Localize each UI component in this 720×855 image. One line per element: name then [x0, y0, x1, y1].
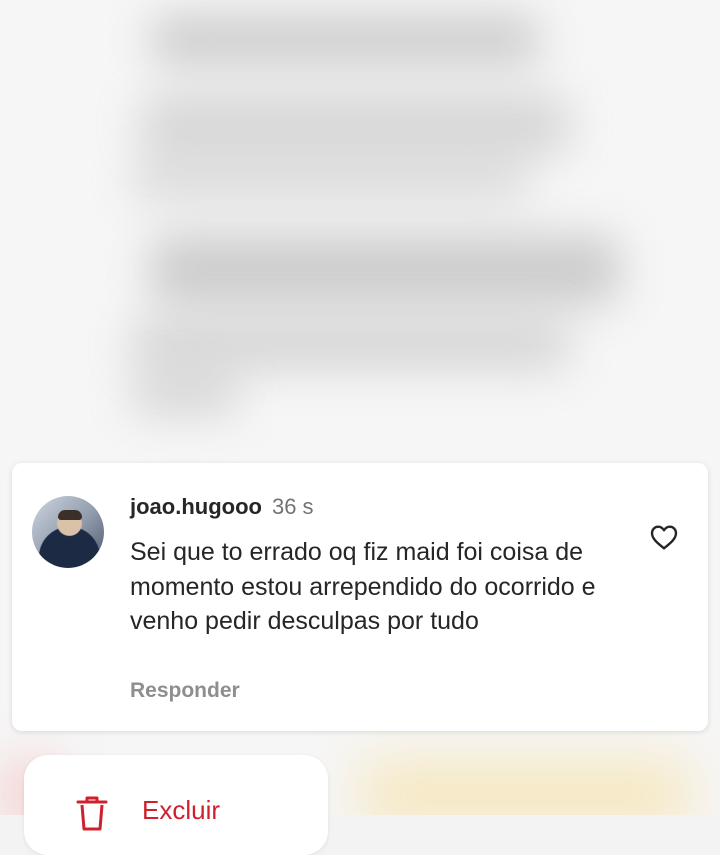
comment-time: 36 s — [271, 494, 314, 519]
avatar[interactable] — [32, 496, 104, 568]
action-sheet: Excluir — [24, 755, 328, 855]
trash-icon[interactable] — [72, 793, 112, 833]
comment-text: Sei que to errado oq fiz maid foi coisa … — [130, 538, 596, 635]
comment-meta: joao.hugooo 36 s — [130, 493, 314, 521]
reply-button[interactable]: Responder — [130, 679, 240, 703]
comment-username[interactable]: joao.hugooo — [130, 494, 262, 519]
focused-comment: joao.hugooo 36 s Sei que to errado oq fiz… — [12, 463, 708, 731]
delete-button[interactable]: Excluir — [142, 795, 220, 826]
heart-icon[interactable] — [648, 521, 680, 553]
